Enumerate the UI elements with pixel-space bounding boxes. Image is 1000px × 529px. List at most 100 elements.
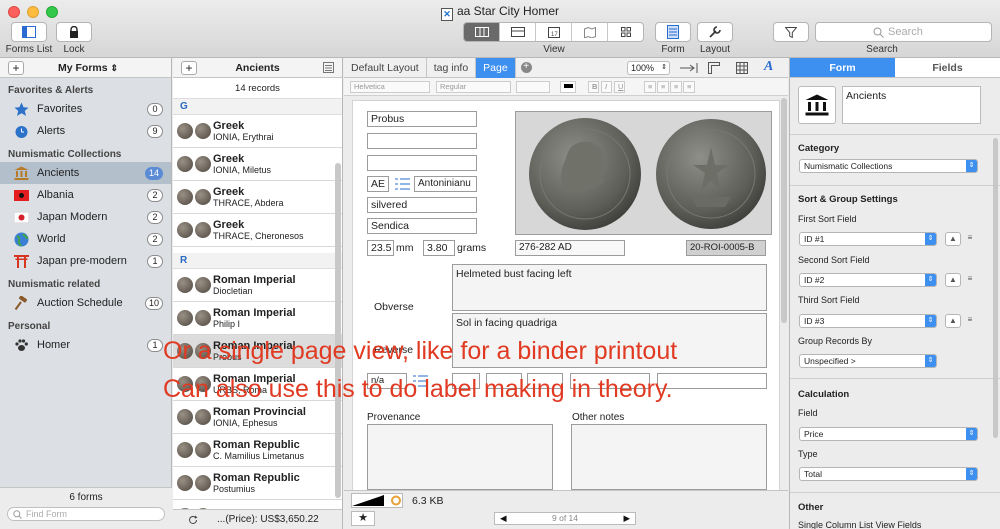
- sort-order-button[interactable]: ▲: [945, 314, 961, 328]
- coin-photo[interactable]: [515, 111, 772, 235]
- view-table-button[interactable]: [500, 23, 536, 41]
- list-item[interactable]: Roman Imperial Philip I: [173, 302, 342, 335]
- layout-grid-icon[interactable]: [736, 62, 748, 74]
- list-item[interactable]: Roman Provincial IONIA, Ephesus: [173, 401, 342, 434]
- arrow-to-bar-icon[interactable]: [680, 63, 698, 73]
- list-options-icon[interactable]: [323, 62, 334, 73]
- size-field[interactable]: 23.5: [367, 240, 394, 256]
- ruler-icon[interactable]: [708, 62, 720, 74]
- list-item[interactable]: Greek IONIA, Miletus: [173, 148, 342, 181]
- calc-type-select[interactable]: Total ⇕: [799, 467, 978, 481]
- color-swatch[interactable]: [560, 81, 576, 93]
- layout-button[interactable]: [697, 22, 733, 42]
- sidebar-item-favorites[interactable]: Favorites 0: [0, 98, 171, 120]
- view-grid-button[interactable]: [608, 23, 643, 41]
- mint-field[interactable]: Sendica: [367, 218, 477, 234]
- sort-options-icon[interactable]: ≡: [962, 273, 978, 287]
- tab-page[interactable]: Page: [476, 57, 516, 78]
- blank-field-1[interactable]: [367, 133, 477, 149]
- tab-fields[interactable]: Fields: [895, 58, 1000, 77]
- next-record-button[interactable]: ▶: [623, 513, 630, 524]
- sort-order-button[interactable]: ▲: [945, 273, 961, 287]
- first-sort-select[interactable]: ID #1 ⇕: [799, 232, 937, 246]
- group-by-select[interactable]: Unspecified > ⇕: [799, 354, 937, 368]
- blank-field-4[interactable]: [486, 373, 522, 389]
- blank-field-6[interactable]: [570, 373, 650, 389]
- denomination-field[interactable]: AE: [367, 176, 389, 192]
- metal-field[interactable]: silvered: [367, 197, 477, 213]
- form-name-field[interactable]: Ancients: [842, 86, 981, 124]
- sidebar-item-albania[interactable]: Albania 2: [0, 184, 171, 206]
- blank-field-2[interactable]: [367, 155, 477, 171]
- view-columns-button[interactable]: [464, 23, 500, 41]
- weight-field[interactable]: 3.80: [423, 240, 455, 256]
- align-justify-button[interactable]: ≡: [683, 81, 695, 93]
- name-field[interactable]: Probus: [367, 111, 477, 127]
- align-left-button[interactable]: ≡: [644, 81, 656, 93]
- list-item[interactable]: Roman Imperial URBS, Roma: [173, 368, 342, 401]
- sidebar-item-japan-modern[interactable]: Japan Modern 2: [0, 206, 171, 228]
- font-select[interactable]: Helvetica: [350, 81, 430, 93]
- other-notes-field[interactable]: [571, 424, 767, 490]
- na-field[interactable]: n/a: [367, 373, 407, 389]
- add-form-button[interactable]: +: [8, 60, 24, 75]
- sidebar-item-japan-pre-modern[interactable]: Japan pre-modern 1: [0, 250, 171, 272]
- forms-list-button[interactable]: [11, 22, 47, 42]
- size-select[interactable]: [516, 81, 550, 93]
- sort-options-icon[interactable]: ≡: [962, 232, 978, 246]
- sidebar-item-world[interactable]: World 2: [0, 228, 171, 250]
- favorite-star-button[interactable]: ★: [351, 511, 375, 526]
- blank-field-3[interactable]: [452, 373, 480, 389]
- coin-type-field[interactable]: Antoninianu: [414, 176, 477, 192]
- tab-form[interactable]: Form: [790, 58, 895, 77]
- italic-button[interactable]: I: [601, 81, 612, 93]
- form-icon-button[interactable]: [798, 86, 836, 124]
- underline-button[interactable]: U: [614, 81, 625, 93]
- list-item[interactable]: Greek THRACE, Abdera: [173, 181, 342, 214]
- blank-field-7[interactable]: [657, 373, 767, 389]
- filter-button[interactable]: [773, 22, 809, 42]
- list-picker-icon[interactable]: [395, 177, 410, 191]
- second-sort-select[interactable]: ID #2 ⇕: [799, 273, 937, 287]
- text-style-icon[interactable]: A: [764, 59, 773, 75]
- refresh-icon[interactable]: [188, 515, 198, 525]
- page-scrollbar[interactable]: [781, 98, 787, 323]
- view-calendar-button[interactable]: 17: [536, 23, 572, 41]
- blank-field-5[interactable]: [527, 373, 563, 389]
- align-right-button[interactable]: ≡: [670, 81, 682, 93]
- view-map-button[interactable]: [572, 23, 608, 41]
- calc-field-select[interactable]: Price ⇕: [799, 427, 978, 441]
- view-segmented-control[interactable]: 17: [463, 22, 644, 42]
- sort-options-icon[interactable]: ≡: [962, 314, 978, 328]
- sidebar-item-ancients[interactable]: Ancients 14: [0, 162, 171, 184]
- search-input[interactable]: Search: [815, 22, 992, 42]
- sidebar-item-alerts[interactable]: Alerts 9: [0, 120, 171, 142]
- previous-record-button[interactable]: ◀: [500, 513, 507, 524]
- inspector-scrollbar[interactable]: [993, 138, 998, 438]
- provenance-field[interactable]: [367, 424, 553, 490]
- add-layout-icon[interactable]: +: [520, 62, 532, 73]
- list-item[interactable]: Roman Imperial Diocletian: [173, 269, 342, 302]
- align-center-button[interactable]: ≡: [657, 81, 669, 93]
- date-field[interactable]: 276-282 AD: [515, 240, 625, 256]
- reference-field[interactable]: 20-ROI-0005-B: [686, 240, 766, 256]
- list-item[interactable]: Roman Imperial Probus: [173, 335, 342, 368]
- list-item[interactable]: Greek THRACE, Cheronesos: [173, 214, 342, 247]
- list-item[interactable]: Roman Republic C. Mamilius Limetanus: [173, 434, 342, 467]
- sidebar-item-homer[interactable]: Homer 1: [0, 334, 171, 356]
- list-item[interactable]: Roman Republic Postumius: [173, 467, 342, 500]
- attachment-bar[interactable]: [351, 493, 403, 508]
- style-select[interactable]: Regular: [436, 81, 511, 93]
- list-scrollbar[interactable]: [335, 163, 341, 498]
- tab-default-layout[interactable]: Default Layout: [344, 57, 427, 78]
- find-form-input[interactable]: Find Form: [7, 507, 165, 521]
- tab-tag-info[interactable]: tag info: [427, 57, 477, 78]
- list-picker-icon[interactable]: [413, 374, 428, 388]
- zoom-select[interactable]: 100% ⇕: [627, 61, 670, 75]
- form-button[interactable]: [655, 22, 691, 42]
- category-select[interactable]: Numismatic Collections ⇕: [799, 159, 978, 173]
- third-sort-select[interactable]: ID #3 ⇕: [799, 314, 937, 328]
- list-item[interactable]: Greek IONIA, Erythrai: [173, 115, 342, 148]
- obverse-field[interactable]: Helmeted bust facing left: [452, 264, 767, 311]
- lock-button[interactable]: [56, 22, 92, 42]
